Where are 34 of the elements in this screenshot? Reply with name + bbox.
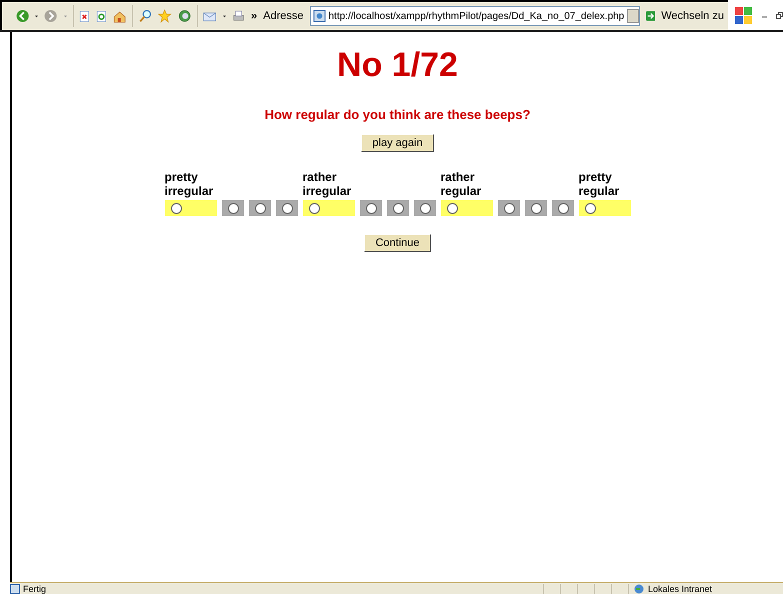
restore-icon[interactable] xyxy=(776,12,783,18)
caret-icon[interactable] xyxy=(35,14,38,18)
overflow-chevron[interactable]: » xyxy=(251,10,258,22)
rating-radio[interactable] xyxy=(420,202,430,214)
zone-text: Lokales Intranet xyxy=(648,584,712,594)
rating-radio[interactable] xyxy=(282,202,292,214)
page-icon xyxy=(10,584,20,594)
continue-button[interactable]: Continue xyxy=(364,234,431,252)
rating-radio[interactable] xyxy=(504,202,514,214)
rating-radio[interactable] xyxy=(558,202,568,214)
caret-icon[interactable] xyxy=(222,14,226,18)
globe-icon xyxy=(633,584,645,594)
play-again-button[interactable]: play again xyxy=(361,134,434,152)
go-button[interactable]: Wechseln zu xyxy=(661,10,724,22)
rating-radio[interactable] xyxy=(446,202,458,214)
rating-radio[interactable] xyxy=(308,202,320,214)
question-text: How regular do you think are these beeps? xyxy=(264,107,530,122)
rating-radio[interactable] xyxy=(228,202,238,214)
rating-radio[interactable] xyxy=(530,202,542,214)
status-text: Fertig xyxy=(23,584,46,594)
rating-radio[interactable] xyxy=(584,202,596,214)
scale-label: rather regular xyxy=(440,170,482,198)
scale-label: pretty irregular xyxy=(164,170,214,198)
scale-label: rather irregular xyxy=(302,170,352,198)
page-icon xyxy=(312,9,326,23)
rating-radio[interactable] xyxy=(254,202,266,214)
address-field[interactable]: http://localhost/xampp/rhythmPilot/pages/Dd_Ka_no_07_delex.php xyxy=(310,6,640,26)
windows-logo-icon[interactable] xyxy=(734,6,753,24)
rating-radio[interactable] xyxy=(392,202,404,214)
scale-label: pretty regular xyxy=(578,170,620,198)
address-label: Adresse xyxy=(263,10,304,22)
page-title: No 1/72 xyxy=(337,46,458,85)
rating-radio[interactable] xyxy=(366,202,376,214)
rating-radio[interactable] xyxy=(170,202,182,214)
